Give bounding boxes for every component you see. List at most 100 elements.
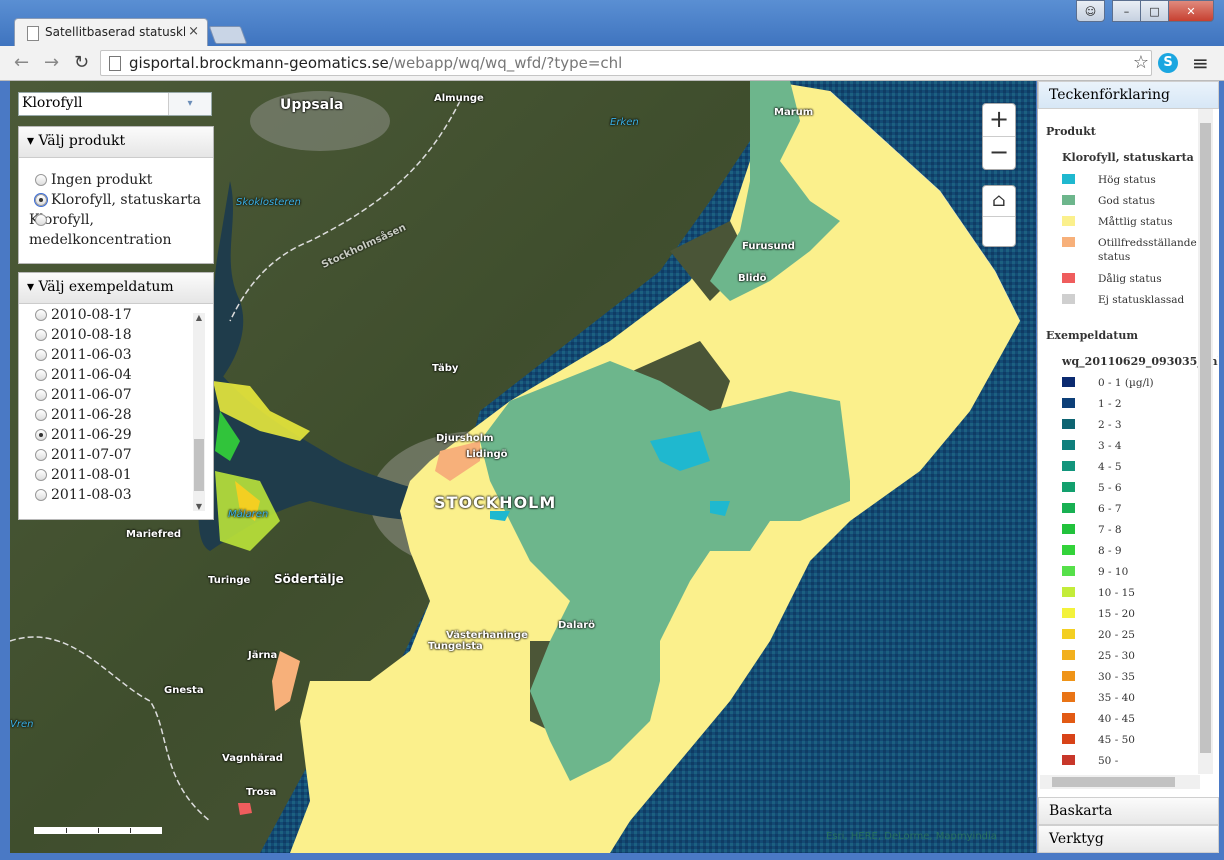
legend-label: 5 - 6 (1098, 482, 1122, 494)
skype-icon[interactable]: S (1158, 53, 1178, 73)
map-label: Trosa (246, 787, 277, 798)
product-option[interactable]: Ingen produkt (35, 170, 213, 190)
radio-button[interactable] (35, 369, 47, 381)
back-arrow-icon[interactable]: ← (14, 52, 29, 73)
legend-swatch (1062, 587, 1075, 597)
url-host: gisportal.brockmann-geomatics.se (129, 54, 389, 72)
date-option[interactable]: 2011-06-04 (35, 365, 189, 385)
map-label: Skoklosteren (236, 197, 301, 208)
tab-baskarta[interactable]: Baskarta (1038, 797, 1219, 825)
legend-swatch (1062, 608, 1075, 618)
address-bar[interactable]: gisportal.brockmann-geomatics.se/webapp/… (100, 50, 1152, 76)
legend-swatch (1062, 273, 1075, 283)
radio-button[interactable] (35, 309, 47, 321)
date-option[interactable]: 2010-08-17 (35, 305, 189, 325)
date-panel-header[interactable]: ▾ Välj exempeldatum (19, 273, 213, 304)
legend-swatch (1062, 755, 1075, 765)
legend-product-name: Klorofyll, statuskarta (1062, 151, 1194, 164)
date-option[interactable]: 2011-06-28 (35, 405, 189, 425)
date-label: 2011-06-03 (51, 347, 132, 363)
legend-label: 10 - 15 (1098, 587, 1135, 599)
user-icon[interactable]: ☺ (1076, 0, 1105, 22)
map-label: Järna (248, 650, 278, 661)
legend-swatch (1062, 195, 1075, 205)
date-label: 2011-08-03 (51, 487, 132, 503)
date-label: 2011-06-04 (51, 367, 132, 383)
product-panel-header[interactable]: ▾ Välj produkt (19, 127, 213, 158)
product-option[interactable]: Klorofyll, statuskarta (34, 190, 213, 210)
date-label: 2011-08-01 (51, 467, 132, 483)
legend-header[interactable]: Teckenförklaring (1038, 81, 1219, 109)
tab-verktyg[interactable]: Verktyg (1038, 825, 1219, 853)
close-window-button[interactable]: ✕ (1168, 0, 1214, 22)
radio-button[interactable] (35, 449, 47, 461)
scroll-up-icon[interactable]: ▲ (193, 313, 205, 322)
legend-content: Produkt Klorofyll, statuskarta Hög statu… (1040, 109, 1218, 799)
scrollbar-thumb[interactable] (1200, 123, 1211, 753)
home-icon[interactable]: ⌂ (983, 186, 1015, 217)
product-panel-title: Välj produkt (38, 133, 126, 149)
radio-button-selected[interactable] (34, 193, 48, 207)
legend-swatch (1062, 524, 1075, 534)
map-label: Erken (610, 117, 639, 128)
radio-button[interactable] (35, 349, 47, 361)
url-path: /webapp/wq/wq_wfd/?type=chl (388, 54, 623, 72)
radio-button[interactable] (35, 389, 47, 401)
product-option-label: Klorofyll, statuskarta (51, 192, 201, 208)
window-controls: ☺ – □ ✕ (1076, 0, 1214, 22)
reload-icon[interactable]: ↻ (74, 52, 89, 73)
legend-label: 25 - 30 (1098, 650, 1135, 662)
map-label: Vagnhärad (222, 753, 283, 764)
legend-label: Måttlig status (1098, 216, 1173, 228)
map-label: Täby (432, 363, 459, 374)
map-label: Dalarö (558, 620, 596, 631)
tab-title: Satellitbaserad statusklass (45, 25, 185, 39)
legend-scrollbar[interactable] (1198, 109, 1213, 774)
date-label: 2010-08-18 (51, 327, 132, 343)
map-label: STOCKHOLM (434, 493, 557, 512)
radio-button[interactable] (35, 329, 47, 341)
new-tab-button[interactable] (208, 26, 248, 44)
radio-button[interactable] (35, 469, 47, 481)
browser-tab[interactable]: Satellitbaserad statusklass × (14, 18, 208, 47)
tab-close-icon[interactable]: × (188, 24, 199, 39)
radio-button-selected[interactable] (35, 429, 47, 441)
maximize-button[interactable]: □ (1140, 0, 1169, 22)
date-option[interactable]: 2011-07-07 (35, 445, 189, 465)
legend-horizontal-scrollbar[interactable] (1040, 775, 1200, 789)
zoom-in-button[interactable]: + (983, 104, 1015, 136)
date-label: 2011-06-28 (51, 407, 132, 423)
map-label: Marum (774, 107, 814, 118)
legend-label: 50 - (1098, 755, 1119, 767)
date-option[interactable]: 2011-06-07 (35, 385, 189, 405)
zoom-out-button[interactable]: − (983, 136, 1015, 169)
scroll-down-icon[interactable]: ▼ (193, 502, 205, 511)
product-option[interactable]: Klorofyll, medelkoncentration (19, 210, 213, 250)
radio-button[interactable] (35, 489, 47, 501)
minimize-button[interactable]: – (1112, 0, 1141, 22)
chevron-down-icon[interactable]: ▾ (168, 93, 211, 115)
menu-icon[interactable]: ≡ (1192, 51, 1209, 75)
forward-arrow-icon[interactable]: → (44, 52, 59, 73)
date-label: 2011-07-07 (51, 447, 132, 463)
scrollbar-thumb[interactable] (194, 439, 204, 491)
layer-select[interactable]: Klorofyll ▾ (18, 92, 212, 116)
radio-button[interactable] (35, 214, 47, 226)
url-text: gisportal.brockmann-geomatics.se/webapp/… (129, 54, 622, 72)
date-option[interactable]: 2011-06-03 (35, 345, 189, 365)
map-label: Furusund (742, 241, 795, 252)
radio-button[interactable] (35, 409, 47, 421)
legend-date-layer: wq_20110629_093035_chl (1062, 355, 1218, 368)
date-list-scrollbar[interactable]: ▲ ▼ (193, 313, 205, 511)
legend-panel: Teckenförklaring Produkt Klorofyll, stat… (1037, 81, 1219, 853)
browser-toolbar: ← → ↻ gisportal.brockmann-geomatics.se/w… (0, 46, 1224, 81)
date-option[interactable]: 2011-08-03 (35, 485, 189, 505)
radio-button[interactable] (35, 174, 47, 186)
date-option[interactable]: 2011-08-01 (35, 465, 189, 485)
date-option[interactable]: 2010-08-18 (35, 325, 189, 345)
date-option[interactable]: 2011-06-29 (35, 425, 189, 445)
scrollbar-thumb[interactable] (1052, 777, 1175, 787)
map-attribution: Esri, HERE, DeLorme, Mapmyindia (826, 831, 997, 842)
bookmark-star-icon[interactable]: ☆ (1133, 52, 1149, 73)
legend-label: 3 - 4 (1098, 440, 1122, 452)
